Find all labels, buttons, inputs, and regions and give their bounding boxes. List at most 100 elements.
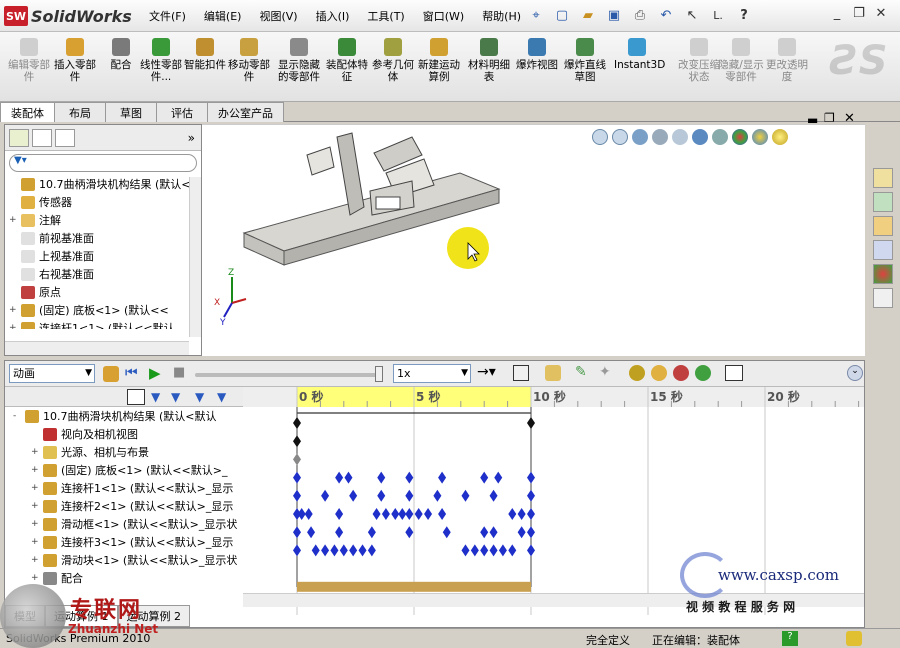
play-from-start-icon[interactable]: ⏮ — [125, 365, 138, 381]
filter-animated-icon[interactable] — [127, 389, 145, 405]
save-animation-icon[interactable] — [513, 365, 529, 381]
new-document-icon[interactable]: ▢ — [551, 4, 573, 26]
feature-tree-item[interactable]: 传感器 — [9, 193, 201, 211]
save-icon[interactable]: ▣ — [603, 4, 625, 26]
viewport-close-icon[interactable]: ✕ — [844, 111, 855, 126]
expander-icon[interactable]: + — [31, 537, 41, 547]
filter-shrink-icon[interactable]: ▼ — [217, 390, 226, 404]
graphics-viewport[interactable]: ▬ ❐ ✕ Z X Y — [202, 111, 865, 356]
command-7-button[interactable]: 装配体特征 — [324, 38, 370, 83]
feature-tree-item[interactable]: 原点 — [9, 283, 201, 301]
feature-tree-item[interactable]: 上视基准面 — [9, 247, 201, 265]
tab-evaluate[interactable]: 评估 — [156, 102, 208, 122]
command-12-button[interactable]: 爆炸直线草图 — [562, 38, 608, 83]
home-icon[interactable] — [873, 168, 893, 188]
menu-file[interactable]: 文件(F) — [140, 8, 195, 24]
help-icon[interactable]: ? — [733, 4, 755, 26]
spring-icon[interactable] — [673, 365, 689, 381]
feature-tree-tab-icon[interactable] — [9, 128, 29, 147]
study-type-select[interactable]: 动画 ▼ — [9, 364, 95, 383]
command-8-button[interactable]: 参考几何体 — [370, 38, 416, 83]
menu-tools[interactable]: 工具(T) — [358, 8, 413, 24]
feature-tree-item[interactable]: 10.7曲柄滑块机构结果 (默认< — [9, 175, 201, 193]
tab-layout[interactable]: 布局 — [54, 102, 106, 122]
tab-assembly[interactable]: 装配体 — [0, 102, 55, 122]
tab-sketch[interactable]: 草图 — [105, 102, 157, 122]
motor-icon[interactable] — [651, 365, 667, 381]
command-5-button[interactable]: 移动零部件 — [226, 38, 272, 83]
expander-icon[interactable]: + — [9, 323, 19, 329]
minimize-icon[interactable]: _ — [828, 6, 846, 24]
playback-mode-icon[interactable]: →▾ — [477, 364, 496, 380]
playback-slider-track[interactable] — [195, 373, 381, 377]
command-6-button[interactable]: 显示隐藏的零部件 — [276, 38, 322, 83]
viewport-restore-icon[interactable]: ❐ — [824, 111, 835, 125]
expander-icon[interactable]: + — [31, 555, 41, 565]
motion-tree-item[interactable]: + 连接杆1<1> (默认<<默认>_显示 — [5, 479, 241, 497]
autokey-icon[interactable]: ✎ — [575, 364, 587, 380]
filter-selected-icon[interactable]: ▼ — [171, 390, 180, 404]
stop-icon[interactable]: ■ — [173, 365, 185, 380]
menu-insert[interactable]: 插入(I) — [307, 8, 359, 24]
motion-tree-item[interactable]: + (固定) 底板<1> (默认<<默认>_ — [5, 461, 241, 479]
expand-chevron-icon[interactable]: » — [188, 131, 195, 145]
restore-icon[interactable]: ❐ — [850, 6, 868, 24]
feature-tree-item[interactable]: + 连接杆1<1> (默认<<默认 — [9, 319, 201, 329]
expander-icon[interactable]: + — [31, 483, 41, 493]
tree-filter-input[interactable]: ▼▾ — [9, 154, 197, 172]
command-16-button[interactable]: 更改透明度 — [764, 38, 810, 83]
motion-tree-item[interactable]: + 滑动块<1> (默认<<默认>_显示状 — [5, 551, 241, 569]
command-14-button[interactable]: 改变压缩状态 — [676, 38, 722, 83]
motion-tree-item[interactable]: - 10.7曲柄滑块机构结果 (默认<默认 — [5, 407, 241, 425]
design-library-icon[interactable] — [873, 192, 893, 212]
command-15-button[interactable]: 隐藏/显示零部件 — [718, 38, 764, 83]
filter-driving-icon[interactable]: ▼ — [151, 390, 160, 404]
select-label[interactable]: L. — [707, 4, 729, 26]
feature-tree-item[interactable]: 右视基准面 — [9, 265, 201, 283]
feature-tree-item[interactable]: 前视基准面 — [9, 229, 201, 247]
expander-icon[interactable]: + — [9, 215, 19, 225]
configuration-manager-tab-icon[interactable] — [55, 128, 75, 147]
undo-icon[interactable]: ↶ — [655, 4, 677, 26]
tab-office-products[interactable]: 办公室产品 — [207, 102, 284, 122]
expander-icon[interactable]: + — [31, 573, 41, 583]
motion-tree-item[interactable]: + 连接杆3<1> (默认<<默认>_显示 — [5, 533, 241, 551]
custom-properties-icon[interactable] — [873, 288, 893, 308]
expander-icon[interactable]: + — [9, 305, 19, 315]
pin-icon[interactable]: ⌖ — [525, 4, 547, 26]
collapse-motion-icon[interactable]: ⌄ — [847, 365, 863, 381]
tree-scrollbar[interactable] — [189, 177, 201, 337]
motion-tree-item[interactable]: + 光源、相机与布景 — [5, 443, 241, 461]
feature-tree-item[interactable]: + (固定) 底板<1> (默认<< — [9, 301, 201, 319]
motion-tree-item[interactable]: + 滑动框<1> (默认<<默认>_显示状 — [5, 515, 241, 533]
animation-wizard-icon[interactable] — [545, 365, 561, 381]
results-plots-icon[interactable] — [725, 365, 743, 381]
expander-icon[interactable]: + — [31, 465, 41, 475]
tree-hscrollbar[interactable] — [5, 341, 189, 355]
command-11-button[interactable]: 爆炸视图 — [514, 38, 560, 71]
tag-icon[interactable] — [846, 631, 862, 646]
motion-tree-item[interactable]: 视向及相机视图 — [5, 425, 241, 443]
command-1-button[interactable]: 插入零部件 — [52, 38, 98, 83]
menu-window[interactable]: 窗口(W) — [414, 8, 473, 24]
command-10-button[interactable]: 材料明细表 — [466, 38, 512, 83]
help-icon[interactable]: ? — [782, 631, 798, 646]
appearances-icon[interactable] — [873, 264, 893, 284]
command-4-button[interactable]: 智能扣件 — [182, 38, 228, 71]
command-3-button[interactable]: 线性零部件... — [138, 38, 184, 83]
expander-icon[interactable]: - — [13, 411, 23, 421]
command-0-button[interactable]: 编辑零部件 — [6, 38, 52, 83]
print-icon[interactable]: ⎙ — [629, 4, 651, 26]
expander-icon[interactable]: + — [31, 501, 41, 511]
command-9-button[interactable]: 新建运动算例 — [416, 38, 462, 83]
add-key-icon[interactable]: ✦ — [599, 364, 611, 380]
menu-help[interactable]: 帮助(H) — [473, 8, 530, 24]
expander-icon[interactable]: + — [31, 519, 41, 529]
property-manager-tab-icon[interactable] — [32, 128, 52, 147]
view-palette-icon[interactable] — [873, 240, 893, 260]
play-icon[interactable]: ▶ — [149, 364, 161, 382]
contact-icon[interactable] — [629, 365, 645, 381]
menu-view[interactable]: 视图(V) — [250, 8, 306, 24]
calculate-icon[interactable] — [103, 366, 119, 382]
open-folder-icon[interactable]: ▰ — [577, 4, 599, 26]
